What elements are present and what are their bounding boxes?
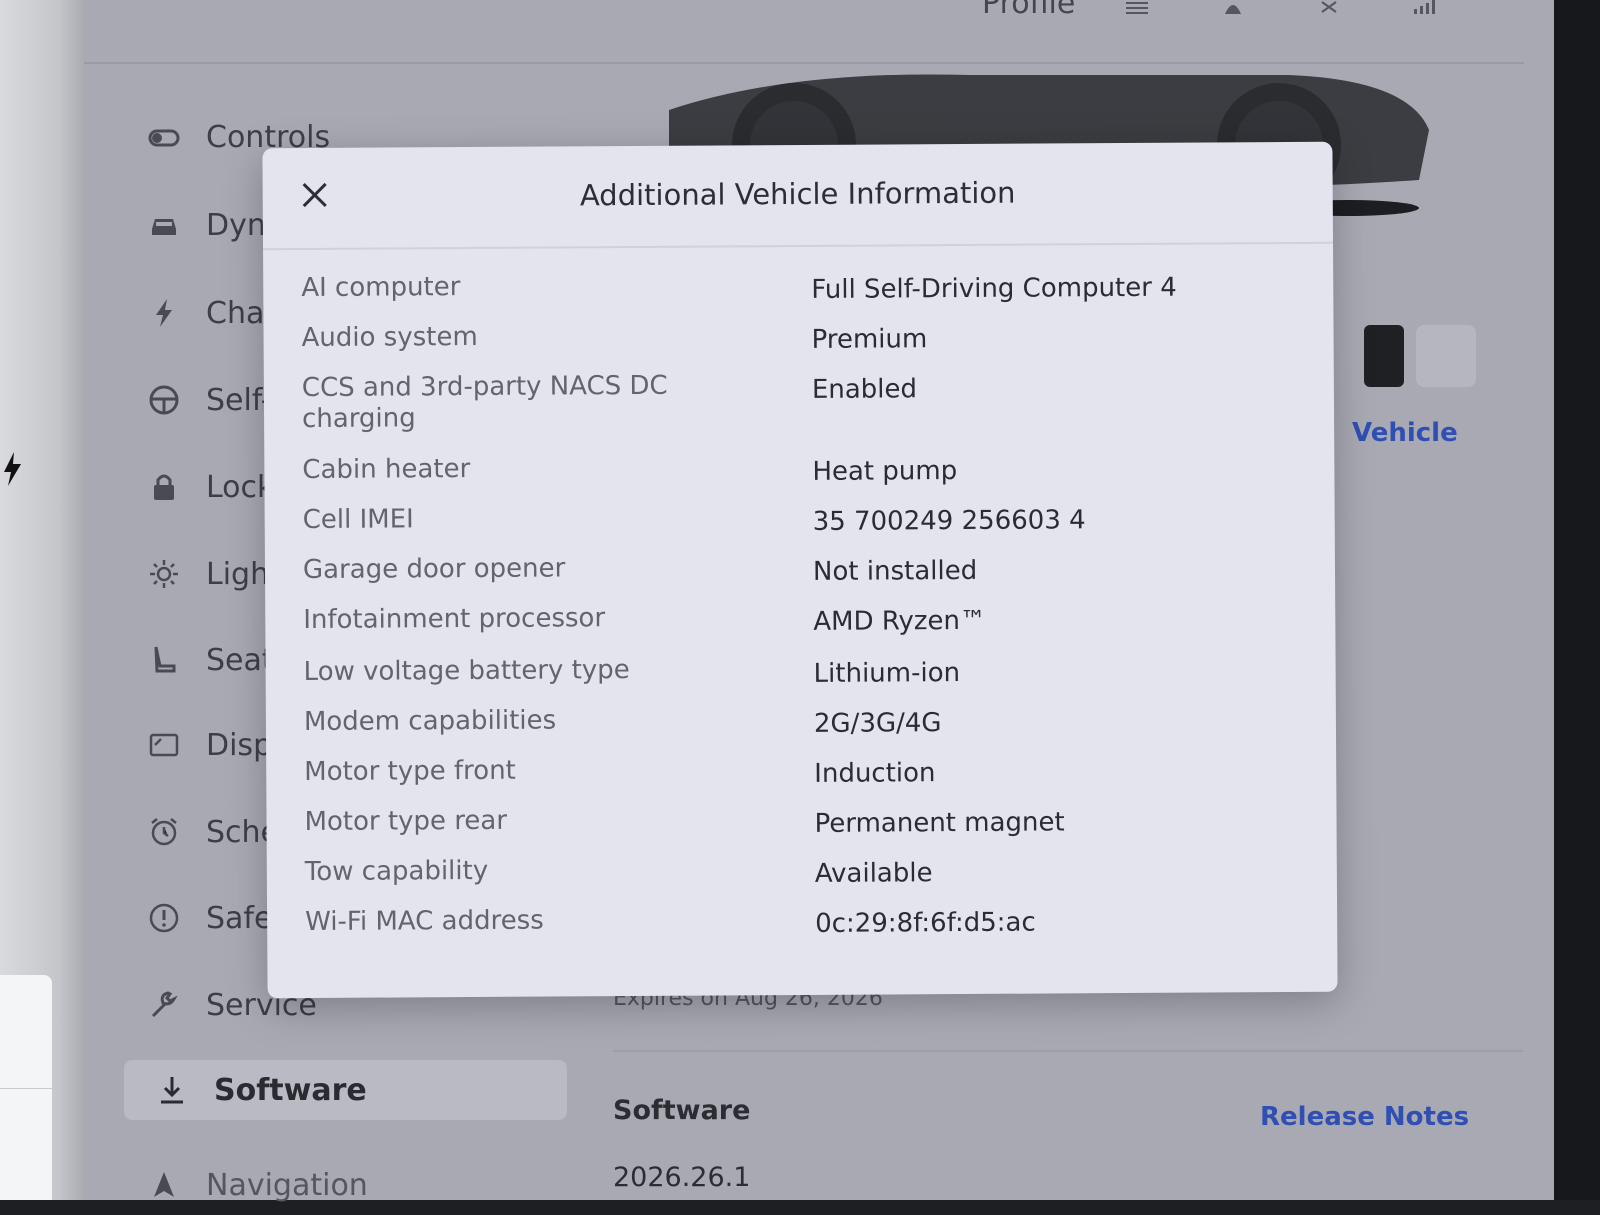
info-row: Cabin heater Heat pump [302,449,1302,505]
info-value: 2G/3G/4G [813,708,942,739]
alert-circle-icon [144,898,184,938]
info-row: Motor type front Induction [304,751,1304,807]
info-row: AI computer Full Self-Driving Computer 4 [301,267,1301,323]
dark-toggle-button[interactable] [1364,325,1404,387]
info-list: AI computer Full Self-Driving Computer 4… [301,267,1305,957]
left-edge-strip [0,0,84,1200]
navigation-icon [144,1165,184,1205]
vehicle-link[interactable]: Vehicle [1352,418,1458,448]
info-value: Premium [811,324,928,355]
info-label: Tow capability [304,855,489,888]
info-value: Available [814,858,933,889]
info-value: 35 700249 256603 4 [812,505,1086,537]
release-notes-link[interactable]: Release Notes [1260,1102,1469,1132]
sidebar-item-label: Navigation [206,1167,368,1203]
bluetooth-icon[interactable] [1316,0,1342,14]
section-divider [613,1050,1523,1052]
info-label: Low voltage battery type [303,655,630,688]
software-title: Software [613,1095,751,1126]
bell-icon[interactable] [1220,0,1246,14]
info-value: Full Self-Driving Computer 4 [811,272,1177,305]
info-value: Induction [814,758,936,789]
seat-icon [144,640,184,680]
sidebar-item-label: Software [214,1072,367,1108]
sun-icon [144,554,184,594]
software-version: 2026.26.1 [613,1162,751,1193]
car-icon [144,205,184,245]
download-icon [152,1070,192,1110]
list-icon[interactable] [1124,0,1150,14]
info-value: AMD Ryzen™ [813,605,987,637]
info-row: Motor type rear Permanent magnet [304,801,1304,857]
info-label: Garage door opener [302,553,566,586]
modal-title: Additional Vehicle Information [579,175,1016,213]
info-label: Modem capabilities [303,705,557,738]
sidebar-item-software[interactable]: Software [124,1060,567,1120]
info-row: Modem capabilities 2G/3G/4G [304,701,1304,757]
light-toggle-button[interactable] [1416,325,1476,387]
info-value: Lithium-ion [813,658,961,689]
info-row: Cell IMEI 35 700249 256603 4 [303,499,1303,555]
status-icons [1124,0,1438,16]
info-value: Permanent magnet [814,807,1065,839]
bolt-icon [4,452,21,486]
steering-wheel-icon [144,380,184,420]
info-row: CCS and 3rd-party NACS DC charging Enabl… [302,367,1302,455]
info-value: Not installed [812,555,978,587]
info-value: 0c:29:8f:6f:d5:ac [815,907,1036,939]
topbar-divider [84,62,1524,64]
info-label: AI computer [301,272,461,304]
info-row: Audio system Premium [301,317,1301,373]
info-row: Tow capability Available [305,851,1305,907]
info-label: Cell IMEI [302,504,414,536]
info-label: Wi-Fi MAC address [305,905,544,938]
info-row: Low voltage battery type Lithium-ion [304,651,1304,707]
info-label: Cabin heater [302,454,471,486]
vehicle-info-modal: Additional Vehicle Information AI comput… [262,141,1338,999]
bolt-icon [144,293,184,333]
display-icon [144,725,184,765]
left-panel-divider [0,1088,52,1089]
info-row: Wi-Fi MAC address 0c:29:8f:6f:d5:ac [305,901,1305,957]
info-row: Infotainment processor AMD Ryzen™ [303,599,1303,657]
toggle-icon [144,117,184,157]
sidebar-item-navigation[interactable]: Navigation [144,1155,368,1215]
info-label: CCS and 3rd-party NACS DC charging [301,370,668,435]
info-label: Motor type rear [304,805,508,838]
lock-icon [144,467,184,507]
wrench-icon [144,985,184,1025]
modal-header: Additional Vehicle Information [262,141,1334,251]
screen-bezel [1554,0,1600,1200]
info-row: Garage door opener Not installed [303,549,1303,605]
info-label: Motor type front [304,755,516,788]
info-value: Heat pump [812,456,958,487]
alarm-icon [144,812,184,852]
info-label: Infotainment processor [303,603,606,636]
profile-label[interactable]: Profile [982,0,1075,21]
info-label: Audio system [301,321,478,354]
signal-icon [1414,0,1435,14]
info-value: Enabled [811,374,918,405]
